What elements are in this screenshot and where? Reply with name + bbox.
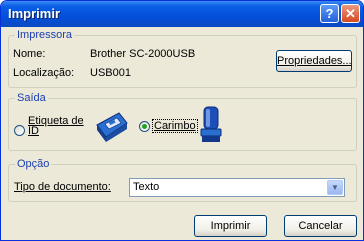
document-type-select[interactable]: Texto ▼ (129, 178, 345, 197)
close-icon: ✕ (345, 6, 356, 21)
printer-location-label: Localização: (13, 67, 75, 79)
printer-group: Impressora Nome: Brother SC-2000USB Loca… (8, 29, 357, 88)
help-button[interactable]: ? (320, 4, 339, 23)
stamp-radio-label-text: Carimbo (154, 120, 196, 132)
help-icon: ? (325, 6, 334, 21)
option-group-legend: Opção (15, 158, 52, 170)
print-dialog: Imprimir ? ✕ Impressora Nome: Brother SC… (0, 0, 364, 241)
printer-name-value: Brother SC-2000USB (90, 48, 196, 60)
output-group-legend: Saída (15, 92, 48, 104)
printer-name-label: Nome: (13, 48, 46, 60)
printer-group-legend: Impressora (15, 29, 75, 41)
label-id-radio[interactable] (14, 125, 25, 136)
output-group: Saída Etiqueta de ID Carimbo (8, 92, 357, 151)
print-button-label: Imprimir (210, 220, 251, 232)
properties-button-label: Propriedades... (277, 55, 352, 67)
option-group: Opção Tipo de documento: Texto ▼ (8, 158, 357, 202)
printer-location-value: USB001 (90, 67, 131, 79)
window-title: Imprimir (8, 6, 61, 21)
print-button[interactable]: Imprimir (194, 215, 267, 237)
document-type-label-text: Tipo de documento: (14, 181, 111, 193)
title-bar[interactable]: Imprimir ? ✕ (1, 1, 363, 27)
label-id-radio-label-line2: ID (28, 125, 39, 137)
stamp-radio[interactable] (139, 121, 150, 132)
document-type-label: Tipo de documento: (14, 181, 111, 193)
stamp-radio-dot (142, 124, 147, 129)
label-printer-icon (96, 112, 128, 142)
document-type-value: Texto (133, 181, 160, 193)
label-id-radio-label[interactable]: Etiqueta de ID (28, 116, 84, 137)
cancel-button-label: Cancelar (298, 220, 343, 232)
close-button[interactable]: ✕ (341, 4, 360, 23)
properties-button[interactable]: Propriedades... (276, 50, 352, 72)
cancel-button[interactable]: Cancelar (284, 215, 357, 237)
chevron-down-icon[interactable]: ▼ (327, 180, 343, 195)
stamp-radio-label[interactable]: Carimbo (152, 119, 198, 133)
stamp-icon (200, 106, 222, 142)
